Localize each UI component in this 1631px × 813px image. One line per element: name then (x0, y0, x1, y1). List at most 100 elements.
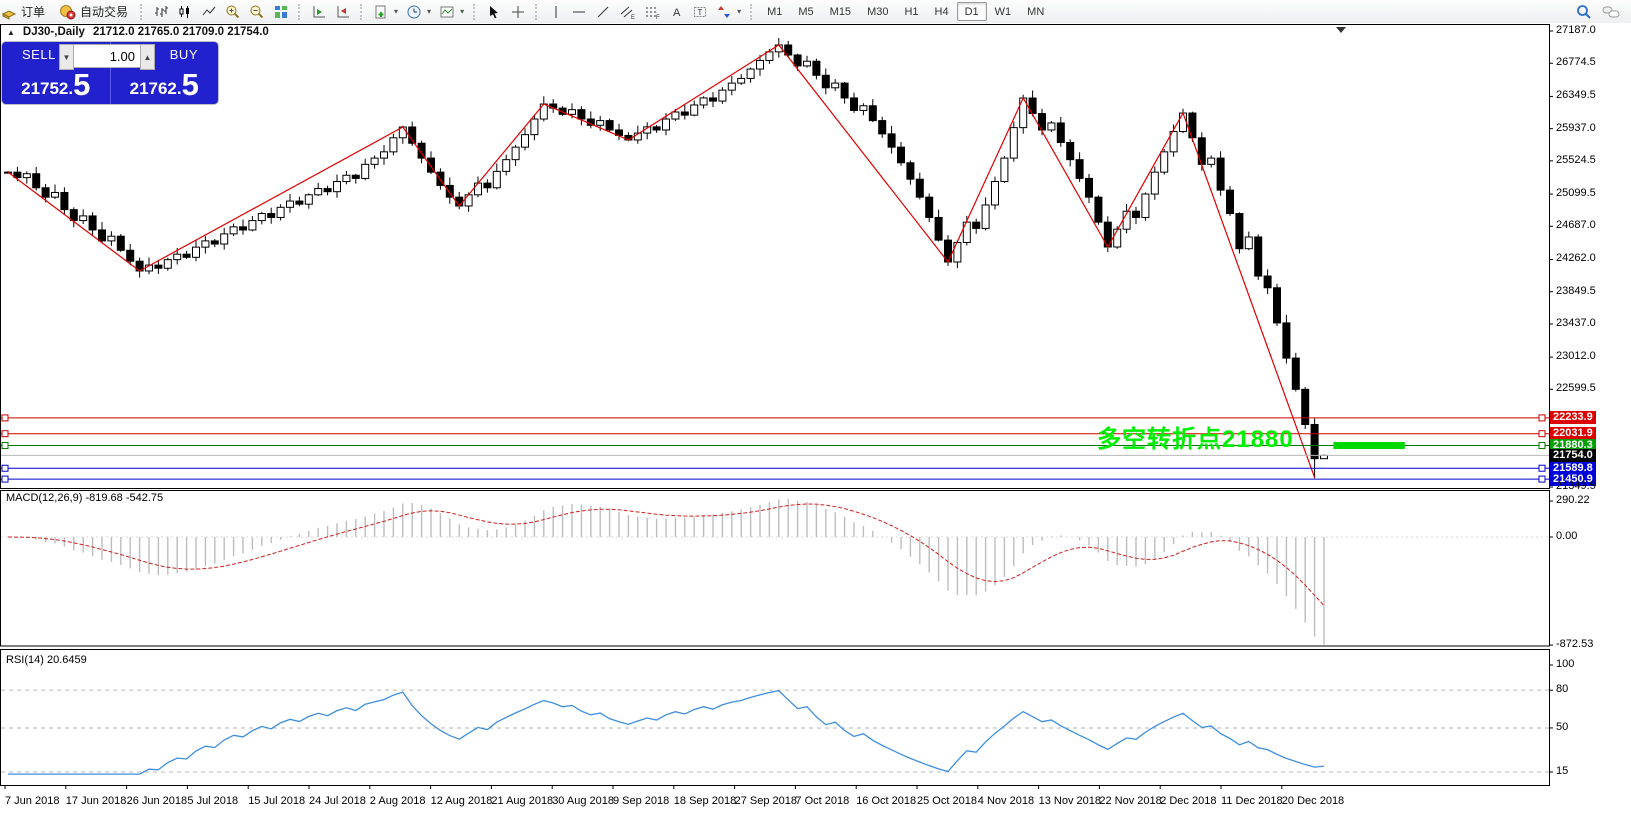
date-axis-label: 16 Oct 2018 (856, 795, 916, 807)
timeframe-d1-button[interactable]: D1 (957, 2, 987, 21)
auto-trading-button[interactable]: 自动交易 (52, 2, 135, 22)
timeframe-m30-button[interactable]: M30 (859, 2, 896, 21)
candlestick-icon (177, 4, 193, 20)
price-tag: 22233.9 (1550, 411, 1596, 424)
macd-indicator-label: MACD(12,26,9) -819.68 -542.75 (6, 492, 163, 504)
line-chart-button[interactable] (197, 2, 221, 22)
tile-windows-button[interactable] (269, 2, 293, 22)
volume-control: ▼ 1.00 ▲ (59, 44, 155, 70)
line-handle (1539, 476, 1545, 482)
cursor-button[interactable] (482, 2, 506, 22)
indicator-window-button[interactable] (307, 2, 331, 22)
date-axis-label: 2 Dec 2018 (1160, 795, 1216, 807)
zoom-in-icon (225, 4, 241, 20)
timeframe-group: M1M5M15M30H1H4D1W1MN (759, 2, 1052, 21)
collapse-arrow-icon[interactable]: ▲ (7, 28, 15, 37)
buy-label: BUY (170, 47, 198, 62)
price-axis-tick: 23012.0 (1556, 350, 1596, 362)
template-button[interactable]: ▾ (435, 2, 468, 22)
line-chart-icon (201, 4, 217, 20)
zoom-in-button[interactable] (221, 2, 245, 22)
date-axis-label: 30 Aug 2018 (552, 795, 614, 807)
date-axis-label: 9 Sep 2018 (613, 795, 669, 807)
toolbar-grip (360, 4, 365, 20)
price-chart-canvas[interactable] (0, 23, 1631, 813)
date-axis-label: 2 Aug 2018 (370, 795, 426, 807)
trendline-button[interactable] (591, 2, 615, 22)
date-axis-label: 21 Aug 2018 (491, 795, 553, 807)
price-axis-tick: 24262.0 (1556, 252, 1596, 264)
date-axis-label: 24 Jul 2018 (309, 795, 366, 807)
auto-trading-label: 自动交易 (80, 3, 128, 20)
toolbar-grip (750, 4, 755, 20)
timeframe-h1-button[interactable]: H1 (896, 2, 926, 21)
svg-text:A: A (673, 7, 681, 19)
rsi-indicator-label: RSI(14) 20.6459 (6, 654, 87, 666)
volume-increase-button[interactable]: ▲ (140, 44, 155, 70)
volume-input[interactable]: 1.00 (74, 44, 140, 68)
price-axis-tick: 21349.5 (1556, 480, 1596, 492)
indicator-properties-icon (335, 4, 351, 20)
channel-button[interactable]: E (615, 2, 640, 22)
timeframe-m15-button[interactable]: M15 (822, 2, 859, 21)
timeframe-w1-button[interactable]: W1 (987, 2, 1020, 21)
timeframe-m1-button[interactable]: M1 (759, 2, 790, 21)
price-axis-tick: 23849.5 (1556, 285, 1596, 297)
date-axis-label: 27 Sep 2018 (735, 795, 797, 807)
period-button[interactable]: ▾ (402, 2, 435, 22)
time-axis[interactable]: 7 Jun 201817 Jun 201826 Jun 20185 Jul 20… (0, 792, 1549, 813)
crosshair-icon (510, 4, 526, 20)
volume-decrease-button[interactable]: ▼ (59, 44, 74, 70)
clock-icon (406, 4, 422, 20)
new-template-button[interactable]: ▾ (369, 2, 402, 22)
price-axis-tick: 22599.5 (1556, 382, 1596, 394)
chevron-down-icon: ▾ (737, 7, 741, 16)
toolbar: 订单 自动交易 ▾ ▾ ▾ E (0, 0, 1631, 24)
price-axis-tick: 24687.0 (1556, 219, 1596, 231)
price-tag: 21754.0 (1550, 449, 1596, 462)
line-handle (2, 443, 8, 449)
date-axis-label: 5 Jul 2018 (187, 795, 238, 807)
horizontal-line-button[interactable] (567, 2, 591, 22)
toolbar-grip (140, 4, 145, 20)
indicator-window-icon (311, 4, 327, 20)
indicator-properties-button[interactable] (331, 2, 355, 22)
timeframe-h4-button[interactable]: H4 (927, 2, 957, 21)
svg-text:E: E (631, 15, 635, 20)
sell-price: 21752.5 (2, 69, 110, 100)
one-click-trading-panel: SELL 21752.5 BUY 21762.5 ▼ 1.00 ▲ (2, 42, 218, 104)
toolbar-grip (535, 4, 540, 20)
date-axis-label: 4 Nov 2018 (978, 795, 1034, 807)
arrows-button[interactable]: ▾ (712, 2, 745, 22)
date-axis-label: 17 Jun 2018 (66, 795, 127, 807)
text-icon: A (670, 4, 684, 20)
timeframe-mn-button[interactable]: MN (1019, 2, 1052, 21)
date-axis-label: 26 Jun 2018 (127, 795, 188, 807)
ohlc-values: 21712.0 21765.0 21709.0 21754.0 (93, 26, 269, 38)
cursor-icon (486, 4, 502, 20)
symbol-period-label: DJ30-,Daily (23, 26, 85, 38)
date-axis-label: 12 Aug 2018 (431, 795, 493, 807)
bar-chart-icon (153, 4, 169, 20)
price-axis-tick: 23437.0 (1556, 317, 1596, 329)
vertical-line-button[interactable] (544, 2, 567, 22)
macd-axis-tick: -872.53 (1556, 638, 1593, 650)
candlestick-button[interactable] (173, 2, 197, 22)
search-button[interactable] (1571, 2, 1597, 22)
zoom-out-button[interactable] (245, 2, 269, 22)
price-axis-tick: 26774.5 (1556, 56, 1596, 68)
bar-chart-button[interactable] (149, 2, 173, 22)
chat-button[interactable] (1597, 2, 1625, 22)
text-button[interactable]: A (665, 2, 688, 22)
order-button[interactable]: 订单 (0, 2, 52, 22)
price-axis-tick: 26349.5 (1556, 89, 1596, 101)
rsi-axis-tick: 15 (1556, 765, 1568, 777)
price-axis: 22233.922031.921880.321754.021589.821450… (1549, 23, 1631, 813)
trendline-icon (595, 4, 611, 20)
text-label-icon: T (692, 4, 708, 20)
text-label-button[interactable]: T (688, 2, 712, 22)
timeframe-m5-button[interactable]: M5 (790, 2, 821, 21)
crosshair-button[interactable] (506, 2, 530, 22)
fibonacci-button[interactable]: F (640, 2, 665, 22)
chevron-down-icon: ▾ (394, 7, 398, 16)
